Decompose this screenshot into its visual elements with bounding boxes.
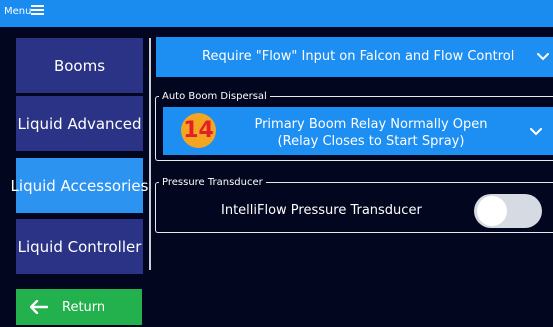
top-bar: Menu <box>0 0 553 27</box>
sidebar-scrollbar[interactable] <box>149 38 151 270</box>
step-number-badge: 14 <box>181 113 216 148</box>
sidebar-item-label: Liquid Advanced <box>17 114 142 133</box>
chevron-down-icon <box>537 53 549 61</box>
sidebar-item-liquid-controller[interactable]: Liquid Controller <box>16 219 143 274</box>
menu-label[interactable]: Menu <box>4 6 31 18</box>
sidebar-item-liquid-advanced[interactable]: Liquid Advanced <box>16 96 143 151</box>
pressure-transducer-label: IntelliFlow Pressure Transducer <box>221 203 422 218</box>
relay-select-line1: Primary Boom Relay Normally Open <box>254 117 488 132</box>
toggle-knob <box>477 196 507 226</box>
flow-input-select[interactable]: Require "Flow" Input on Falcon and Flow … <box>156 37 553 77</box>
relay-select-line2: (Relay Closes to Start Spray) <box>277 134 465 149</box>
pressure-transducer-toggle[interactable] <box>474 194 542 228</box>
return-label: Return <box>62 299 106 315</box>
chevron-down-icon <box>530 128 542 136</box>
sidebar-item-label: Liquid Controller <box>17 237 142 256</box>
sidebar-item-label: Booms <box>53 56 106 75</box>
sidebar-item-label: Liquid Accessories <box>10 176 149 195</box>
sidebar-item-booms[interactable]: Booms <box>16 38 143 93</box>
hamburger-menu-icon[interactable] <box>31 5 44 19</box>
sidebar-item-liquid-accessories[interactable]: Liquid Accessories <box>11 158 148 213</box>
return-button[interactable]: Return <box>16 289 142 325</box>
group-legend: Pressure Transducer <box>162 177 263 188</box>
boom-relay-select[interactable]: Primary Boom Relay Normally Open (Relay … <box>163 107 553 155</box>
arrow-left-icon <box>30 300 48 314</box>
flow-select-value: Require "Flow" Input on Falcon and Flow … <box>202 49 515 64</box>
group-legend: Auto Boom Dispersal <box>162 91 267 102</box>
